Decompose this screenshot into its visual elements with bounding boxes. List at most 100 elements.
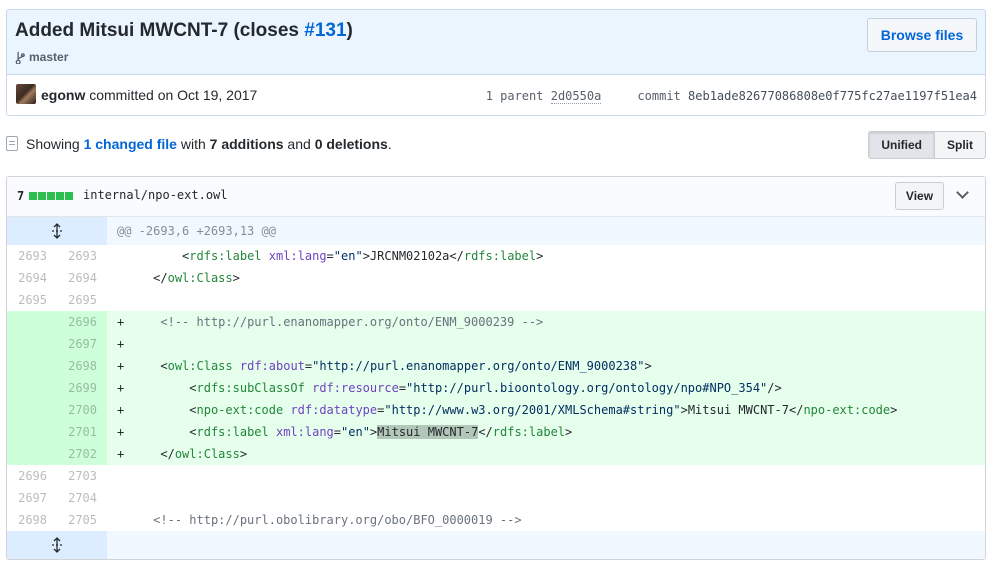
old-line-number[interactable]: 2694 <box>7 267 57 289</box>
expand-row <box>7 531 985 559</box>
commit-header: Added Mitsui MWCNT-7 (closes #131) maste… <box>7 10 985 75</box>
diff-summary: Showing 1 changed file with 7 additions … <box>26 136 392 152</box>
new-line-number[interactable]: 2702 <box>57 443 107 465</box>
diff-line-added: 2697 + <box>7 333 985 355</box>
unfold-icon <box>52 223 62 239</box>
line-code: + <npo-ext:code rdf:datatype="http://www… <box>117 403 898 417</box>
diffstat: 7 <box>17 189 74 203</box>
file-diff-icon[interactable] <box>6 136 18 151</box>
old-line-number[interactable] <box>7 399 57 421</box>
old-line-number[interactable]: 2696 <box>7 465 57 487</box>
changed-files-link[interactable]: 1 changed file <box>84 136 177 152</box>
old-line-number[interactable]: 2697 <box>7 487 57 509</box>
with-label: with <box>176 136 210 152</box>
showing-label: Showing <box>26 136 84 152</box>
author-line: egonw committed on Oct 19, 2017 <box>41 87 257 103</box>
new-line-number[interactable]: 2705 <box>57 509 107 531</box>
commit-box: Added Mitsui MWCNT-7 (closes #131) maste… <box>6 9 986 116</box>
line-code: + <owl:Class rdf:about="http://purl.enan… <box>117 359 652 373</box>
old-line-number[interactable] <box>7 443 57 465</box>
browse-files-button[interactable]: Browse files <box>867 18 977 52</box>
highlighted-text: Mitsui MWCNT-7 <box>377 425 479 439</box>
new-line-number[interactable]: 2695 <box>57 289 107 311</box>
new-line-number[interactable]: 2693 <box>57 245 107 267</box>
old-line-number[interactable]: 2698 <box>7 509 57 531</box>
file-path[interactable]: internal/npo-ext.owl <box>83 188 228 202</box>
old-line-number[interactable]: 2693 <box>7 245 57 267</box>
diff-line: 2695 2695 <box>7 289 985 311</box>
hunk-header: @@ -2693,6 +2693,13 @@ <box>117 224 276 238</box>
line-code: + <!-- http://purl.enanomapper.org/onto/… <box>117 315 544 329</box>
line-code: + </owl:Class> <box>117 447 248 461</box>
additions-count: 7 additions <box>209 136 284 152</box>
new-line-number[interactable]: 2696 <box>57 311 107 333</box>
new-line-number[interactable]: 2699 <box>57 377 107 399</box>
line-code <box>107 465 985 487</box>
line-code <box>107 487 985 509</box>
line-code: + <rdfs:subClassOf rdf:resource="http://… <box>117 381 782 395</box>
new-line-number[interactable]: 2698 <box>57 355 107 377</box>
view-file-button[interactable]: View <box>895 182 944 210</box>
file-header: 7 internal/npo-ext.owl View <box>7 177 985 217</box>
line-code: </owl:Class> <box>153 271 240 285</box>
file-diff: 7 internal/npo-ext.owl View @@ -2693,6 +… <box>6 176 986 560</box>
commit-sha: 8eb1ade82677086808e0f775fc27ae1197f51ea4 <box>688 89 977 103</box>
branch-name: master <box>29 50 69 64</box>
old-line-number[interactable] <box>7 377 57 399</box>
issue-link[interactable]: #131 <box>304 20 346 41</box>
line-code: + <rdfs:label xml:lang="en">Mitsui MWCNT… <box>117 425 573 439</box>
diff-line-added: 2702 + </owl:Class> <box>7 443 985 465</box>
expand-down-button[interactable] <box>7 531 107 559</box>
new-line-number[interactable]: 2700 <box>57 399 107 421</box>
author-name[interactable]: egonw <box>41 87 85 103</box>
expand-up-button[interactable] <box>7 217 107 245</box>
new-line-number[interactable]: 2704 <box>57 487 107 509</box>
line-code: <rdfs:label xml:lang="en">JRCNM02102a</r… <box>182 249 544 263</box>
diff-view-toggle: Unified Split <box>868 131 986 159</box>
new-line-number[interactable]: 2697 <box>57 333 107 355</box>
summary-period: . <box>387 136 392 152</box>
diff-line-added: 2701 + <rdfs:label xml:lang="en">Mitsui … <box>7 421 985 443</box>
commit-sha-area: 1 parent 2d0550a commit 8eb1ade826770868… <box>485 89 977 104</box>
old-line-number[interactable] <box>7 333 57 355</box>
commit-meta: egonw committed on Oct 19, 2017 1 parent… <box>7 75 985 115</box>
branch-indicator[interactable]: master <box>15 50 68 64</box>
parent-sha-link[interactable]: 2d0550a <box>550 89 602 104</box>
avatar[interactable] <box>16 84 36 104</box>
commit-title-text: Added Mitsui MWCNT-7 (closes <box>15 20 305 41</box>
parent-label: 1 parent <box>485 89 544 103</box>
commit-title: Added Mitsui MWCNT-7 (closes #131) <box>15 20 353 42</box>
deletions-count: 0 deletions <box>314 136 388 152</box>
unfold-icon <box>52 537 62 553</box>
old-line-number[interactable] <box>7 421 57 443</box>
diffstat-blocks <box>29 192 74 200</box>
new-line-number[interactable]: 2694 <box>57 267 107 289</box>
diff-table: @@ -2693,6 +2693,13 @@ 2693 2693 <rdfs:l… <box>7 217 985 559</box>
diff-line-added: 2700 + <npo-ext:code rdf:datatype="http:… <box>7 399 985 421</box>
diff-line: 2698 2705 <!-- http://purl.obolibrary.or… <box>7 509 985 531</box>
line-code: + <box>117 337 125 351</box>
old-line-number[interactable] <box>7 355 57 377</box>
chevron-down-icon[interactable] <box>955 187 969 201</box>
new-line-number[interactable]: 2701 <box>57 421 107 443</box>
new-line-number[interactable]: 2703 <box>57 465 107 487</box>
line-code: <!-- http://purl.obolibrary.org/obo/BFO_… <box>153 513 522 527</box>
diff-summary-bar: Showing 1 changed file with 7 additions … <box>6 130 986 160</box>
old-line-number[interactable]: 2695 <box>7 289 57 311</box>
hunk-header-row: @@ -2693,6 +2693,13 @@ <box>7 217 985 245</box>
diff-line-added: 2696 + <!-- http://purl.enanomapper.org/… <box>7 311 985 333</box>
old-line-number[interactable] <box>7 311 57 333</box>
split-button[interactable]: Split <box>935 131 986 159</box>
and-label: and <box>283 136 315 152</box>
committed-date: committed on Oct 19, 2017 <box>89 87 258 103</box>
diff-line: 2697 2704 <box>7 487 985 509</box>
diff-line: 2696 2703 <box>7 465 985 487</box>
commit-title-close: ) <box>346 20 353 41</box>
line-code <box>107 289 985 311</box>
diff-line-added: 2699 + <rdfs:subClassOf rdf:resource="ht… <box>7 377 985 399</box>
diff-line: 2693 2693 <rdfs:label xml:lang="en">JRCN… <box>7 245 985 267</box>
diff-line-added: 2698 + <owl:Class rdf:about="http://purl… <box>7 355 985 377</box>
unified-button[interactable]: Unified <box>868 131 935 159</box>
git-branch-icon <box>15 51 25 64</box>
diffstat-count: 7 <box>17 189 25 203</box>
